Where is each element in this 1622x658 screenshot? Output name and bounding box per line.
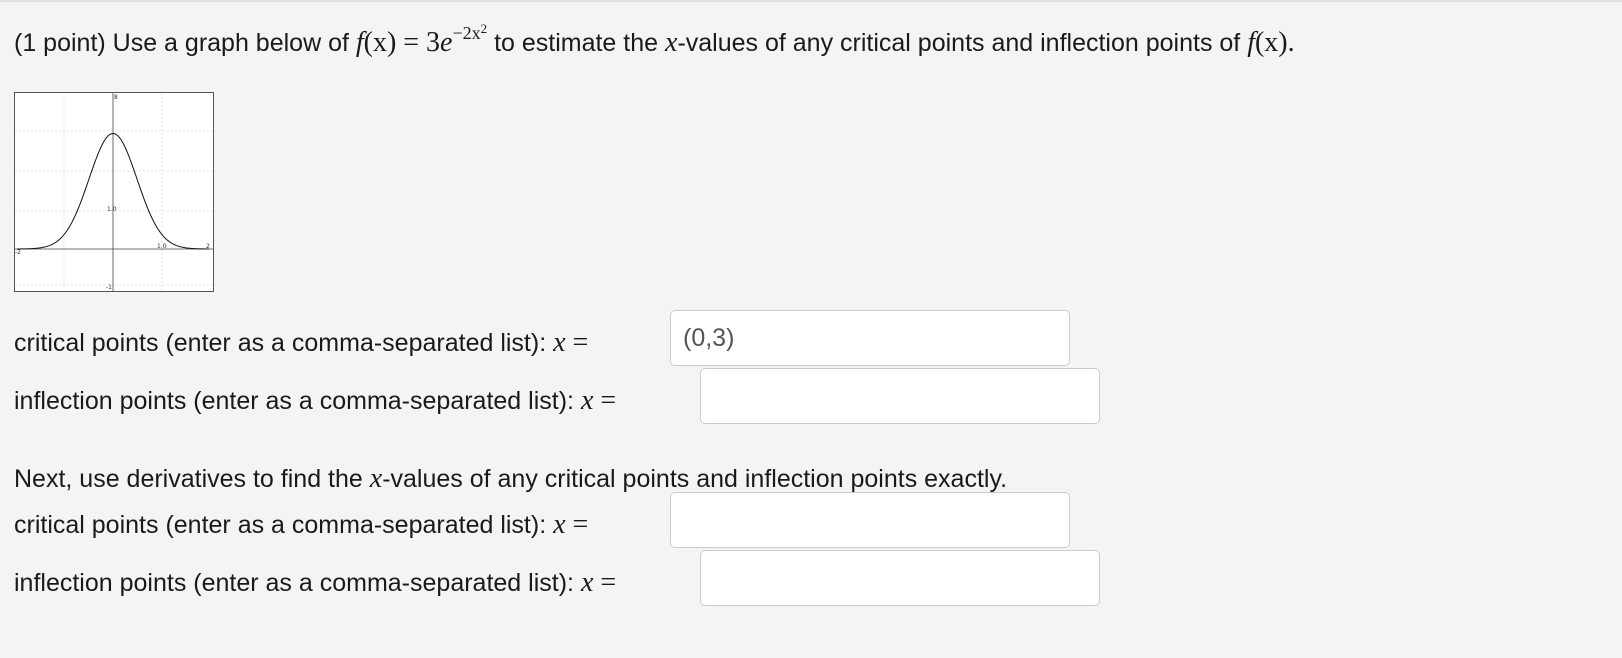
question-text: (1 point) Use a graph below of f(x) = 3e… xyxy=(14,21,1295,62)
y-tick-mid: 1.0 xyxy=(107,206,117,213)
exact-intro-var: x xyxy=(369,463,383,494)
question-prefix: (1 point) Use a graph below of xyxy=(14,29,349,57)
estimate-critical-label: critical points (enter as a comma-separa… xyxy=(14,329,547,357)
exact-critical-input[interactable] xyxy=(670,492,1070,548)
estimate-inflection-var: x xyxy=(580,385,594,416)
x-tick-mid: 1.0 xyxy=(157,243,167,250)
coefficient: 3 xyxy=(426,27,441,58)
question-middle: to estimate the xyxy=(494,29,659,57)
estimate-critical-eq: = xyxy=(572,327,589,358)
function-graph: 8 1.0 -2 1.0 2 -1 xyxy=(14,92,214,292)
end-func-arg: (x) xyxy=(1254,27,1288,58)
exact-critical-row: critical points (enter as a comma-separa… xyxy=(14,510,588,540)
y-tick-bottom: -1 xyxy=(106,284,112,291)
estimate-critical-var: x xyxy=(553,327,566,358)
exact-inflection-eq: = xyxy=(600,567,617,598)
estimate-inflection-input[interactable] xyxy=(700,368,1100,424)
func-name: f xyxy=(355,27,364,58)
estimate-inflection-label: inflection points (enter as a comma-sepa… xyxy=(14,387,574,415)
graph-grid xyxy=(15,93,213,291)
exact-critical-label: critical points (enter as a comma-separa… xyxy=(14,511,547,539)
exact-intro-prefix: Next, use derivatives to find the xyxy=(14,465,363,493)
top-divider xyxy=(0,0,1622,2)
exact-inflection-var: x xyxy=(580,567,594,598)
estimate-inflection-row: inflection points (enter as a comma-sepa… xyxy=(14,386,616,416)
end-func-name: f xyxy=(1247,27,1255,58)
exponent: −2x2 xyxy=(452,21,488,43)
exponent-text: −2x xyxy=(452,23,481,43)
estimate-inflection-eq: = xyxy=(600,385,617,416)
exact-inflection-row: inflection points (enter as a comma-sepa… xyxy=(14,568,616,598)
equals-sign: = xyxy=(403,27,420,58)
x-variable: x xyxy=(665,27,678,58)
exponent-power: 2 xyxy=(480,21,488,36)
estimate-critical-input[interactable] xyxy=(670,310,1070,366)
exact-critical-var: x xyxy=(553,509,566,540)
question-suffix: -values of any critical points and infle… xyxy=(677,29,1241,57)
y-tick-top: 8 xyxy=(114,94,118,101)
exact-intro-suffix: -values of any critical points and infle… xyxy=(382,465,1008,493)
exact-critical-eq: = xyxy=(572,509,589,540)
exact-inflection-label: inflection points (enter as a comma-sepa… xyxy=(14,569,574,597)
graph-svg: 8 1.0 -2 1.0 2 -1 xyxy=(15,93,213,291)
base-e: e xyxy=(440,27,453,58)
x-tick-left: -2 xyxy=(15,249,21,256)
exact-intro: Next, use derivatives to find the x-valu… xyxy=(14,464,1007,494)
func-arg: (x) xyxy=(363,27,397,58)
estimate-critical-row: critical points (enter as a comma-separa… xyxy=(14,328,588,358)
period: . xyxy=(1287,27,1295,58)
exact-inflection-input[interactable] xyxy=(700,550,1100,606)
